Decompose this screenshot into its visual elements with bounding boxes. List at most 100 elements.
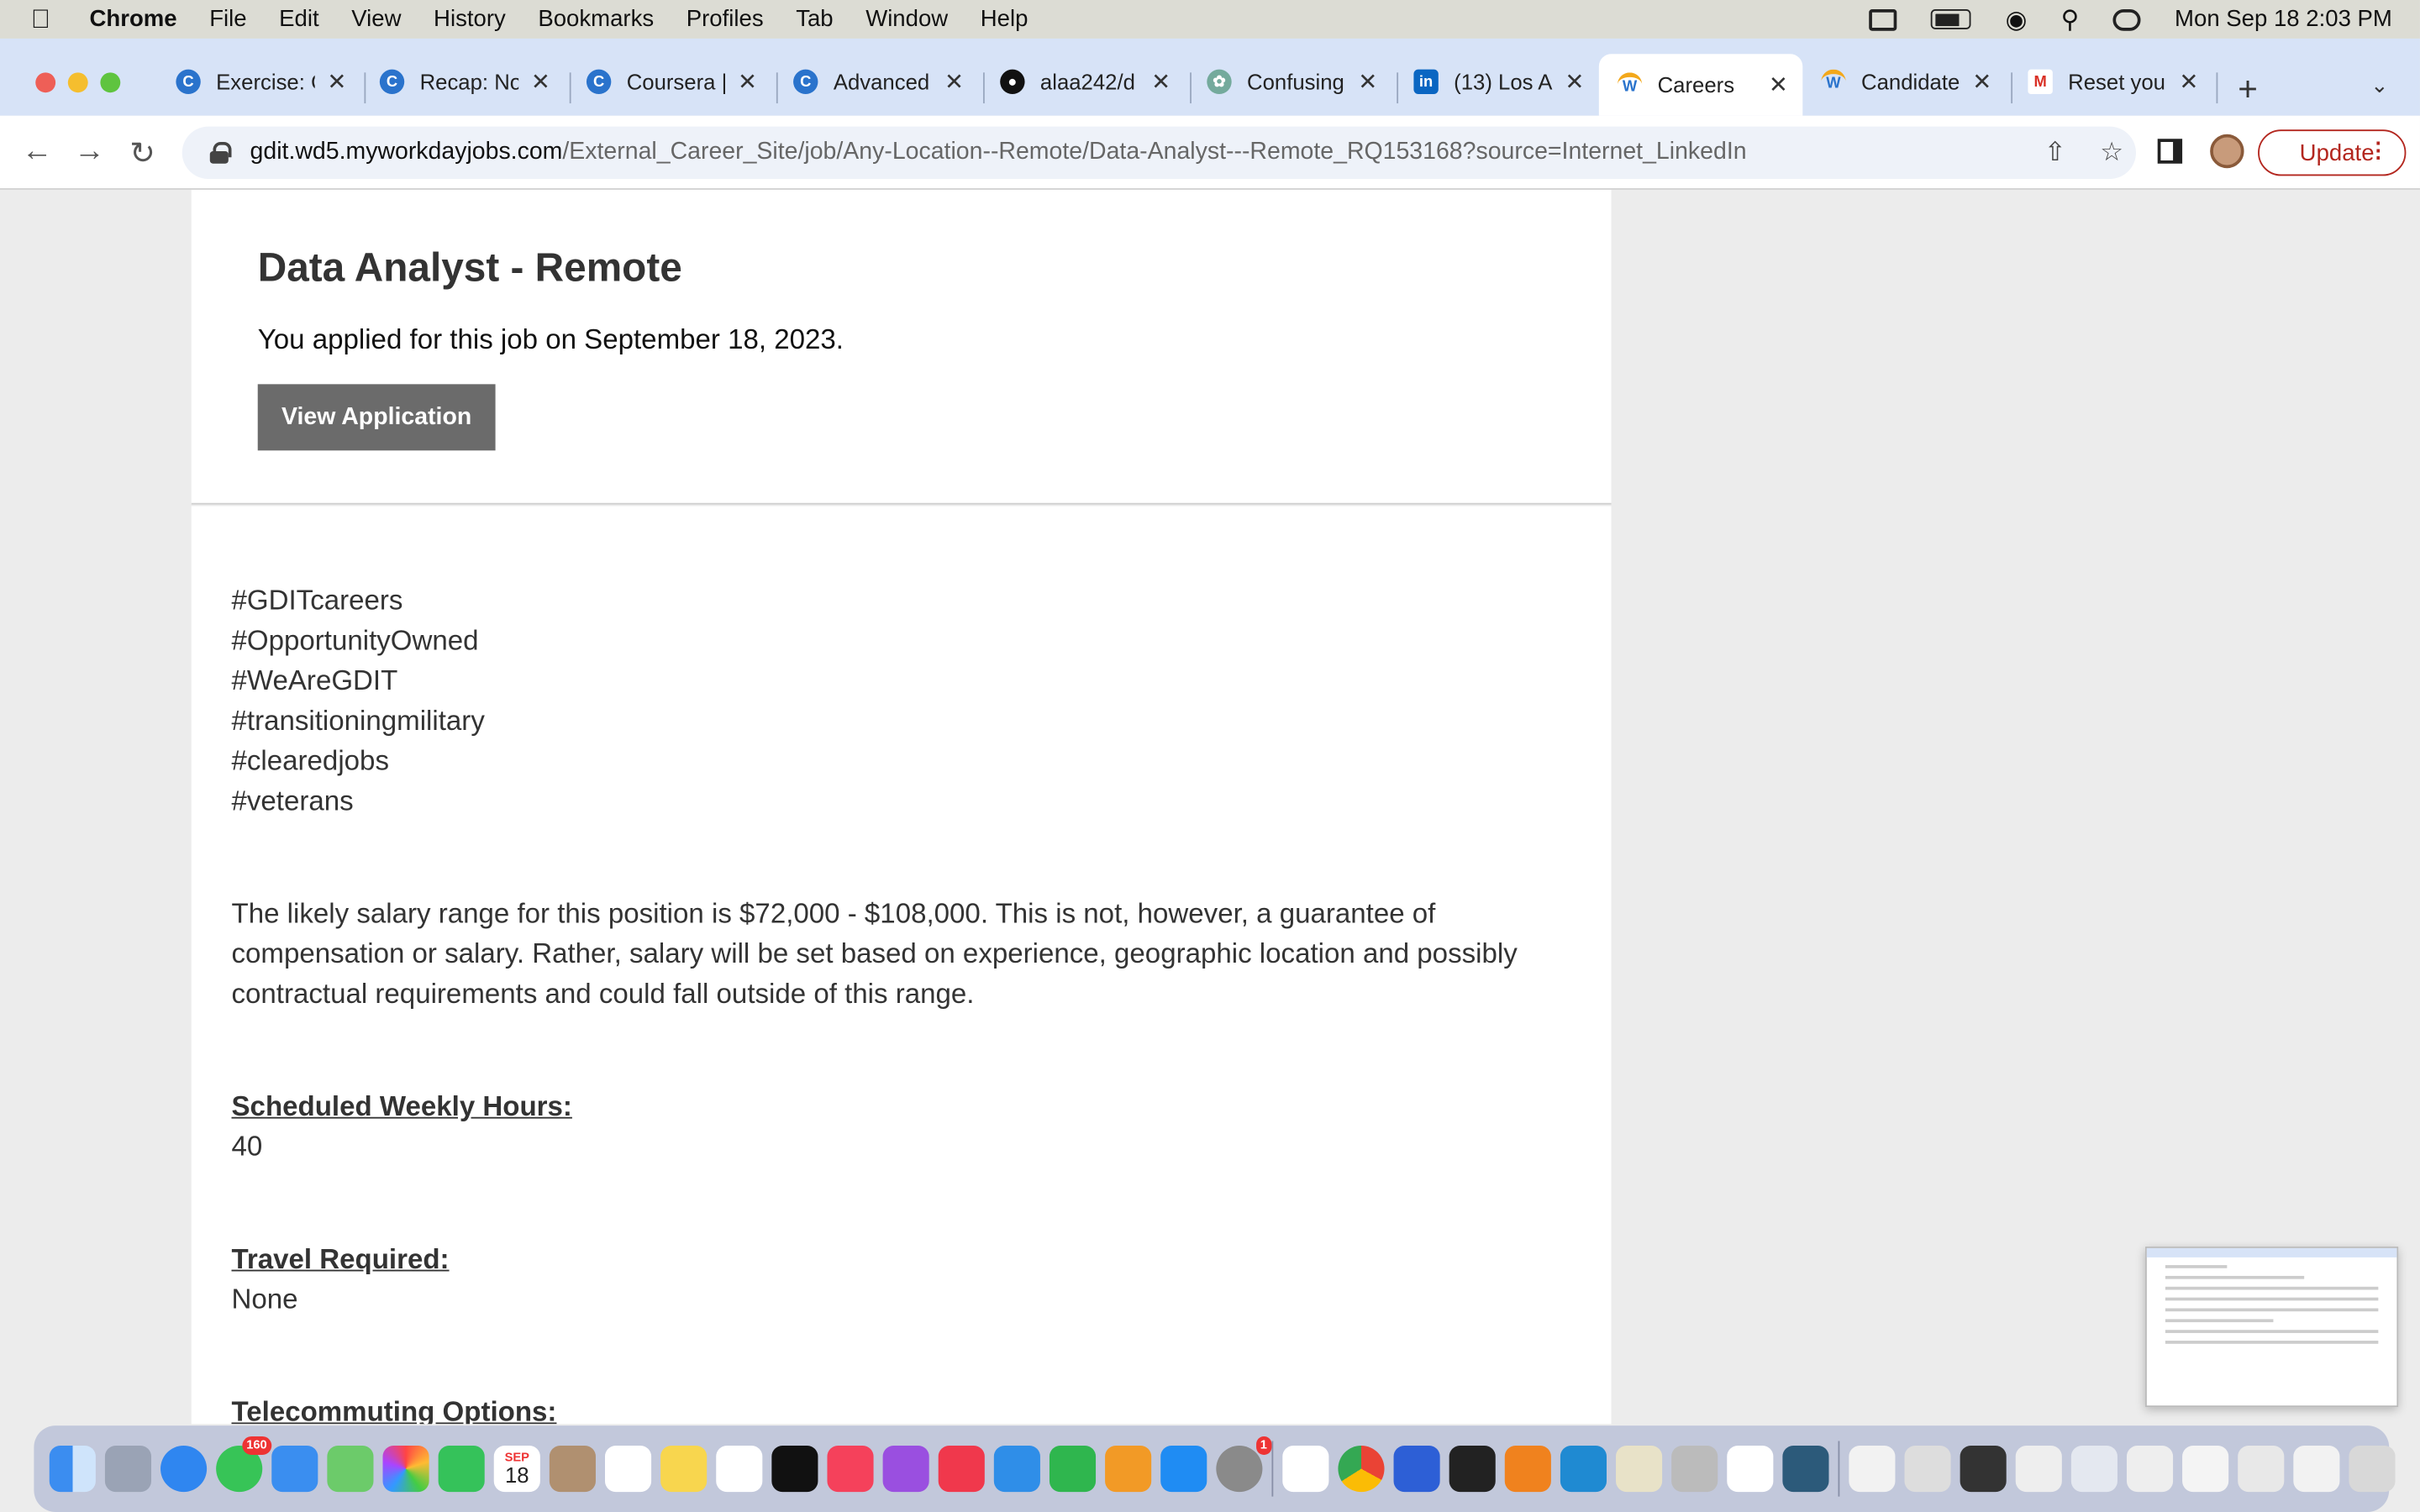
tab-advanced[interactable]: C Advanced ✕ bbox=[775, 54, 981, 109]
safari-icon[interactable] bbox=[160, 1445, 208, 1493]
window-close-button[interactable] bbox=[35, 72, 56, 93]
battery-icon[interactable] bbox=[1931, 9, 1972, 29]
reminders-icon[interactable] bbox=[604, 1445, 652, 1493]
control-center-icon[interactable] bbox=[2112, 8, 2141, 30]
tab-chatgpt[interactable]: ✿ Confusing ✕ bbox=[1188, 54, 1395, 109]
close-tab-icon[interactable]: ✕ bbox=[944, 68, 964, 96]
python-icon[interactable] bbox=[1616, 1445, 1663, 1493]
update-label: Update bbox=[2299, 139, 2375, 166]
launchpad-icon[interactable] bbox=[104, 1445, 151, 1493]
tab-gmail[interactable]: M Reset you ✕ bbox=[2009, 54, 2216, 109]
recent-file-icon[interactable] bbox=[2070, 1445, 2118, 1493]
share-icon[interactable]: ⇧ bbox=[2044, 137, 2066, 168]
tab-linkedin[interactable]: in (13) Los A ✕ bbox=[1395, 54, 1602, 109]
menu-app-name[interactable]: Chrome bbox=[90, 6, 177, 32]
address-bar[interactable]: gdit.wd5.myworkdayjobs.com/External_Care… bbox=[182, 126, 2136, 180]
close-tab-icon[interactable]: ✕ bbox=[327, 68, 346, 96]
wifi-icon[interactable]: ◉ bbox=[2006, 4, 2028, 35]
recent-file-icon[interactable] bbox=[2293, 1445, 2340, 1493]
side-panel-icon[interactable] bbox=[2157, 139, 2183, 164]
recent-file-icon[interactable] bbox=[1960, 1445, 2007, 1493]
menu-bookmarks[interactable]: Bookmarks bbox=[538, 6, 654, 32]
podcasts-icon[interactable] bbox=[882, 1445, 929, 1493]
recent-file-icon[interactable] bbox=[2126, 1445, 2174, 1493]
tableau-icon[interactable] bbox=[1727, 1445, 1774, 1493]
bookmark-star-icon[interactable]: ☆ bbox=[2100, 137, 2123, 168]
window-zoom-button[interactable] bbox=[100, 72, 121, 93]
maps-icon[interactable] bbox=[327, 1445, 374, 1493]
close-tab-icon[interactable]: ✕ bbox=[1358, 68, 1377, 96]
update-button[interactable]: Update ⋮ bbox=[2258, 129, 2407, 176]
messages-icon[interactable]: 160 bbox=[216, 1436, 272, 1493]
screen-app-icon[interactable] bbox=[1393, 1445, 1440, 1493]
trash-icon[interactable] bbox=[2349, 1445, 2396, 1493]
close-tab-icon[interactable]: ✕ bbox=[1565, 68, 1584, 96]
sublime-text-icon[interactable] bbox=[1504, 1445, 1551, 1493]
display-mirror-icon[interactable] bbox=[1869, 8, 1898, 30]
close-tab-icon[interactable]: ✕ bbox=[531, 68, 550, 96]
menu-bar-clock[interactable]: Mon Sep 18 2:03 PM bbox=[2175, 6, 2392, 32]
view-application-button[interactable]: View Application bbox=[257, 384, 496, 451]
close-tab-icon[interactable]: ✕ bbox=[2179, 68, 2198, 96]
tab-candidate[interactable]: W Candidate ✕ bbox=[1802, 54, 2009, 109]
forward-arrow-icon[interactable]: → bbox=[74, 134, 105, 170]
vscode-icon[interactable] bbox=[1560, 1445, 1607, 1493]
menu-tab[interactable]: Tab bbox=[796, 6, 833, 32]
calendar-icon[interactable]: SEP 18 bbox=[493, 1445, 540, 1493]
system-settings-icon[interactable]: 1 bbox=[1216, 1436, 1272, 1493]
lock-icon[interactable] bbox=[209, 141, 232, 164]
url-host: gdit.wd5.myworkdayjobs.com bbox=[250, 139, 563, 165]
profile-avatar[interactable] bbox=[2210, 134, 2244, 169]
menu-edit[interactable]: Edit bbox=[279, 6, 318, 32]
menu-window[interactable]: Window bbox=[865, 6, 948, 32]
menu-profiles[interactable]: Profiles bbox=[687, 6, 764, 32]
menu-view[interactable]: View bbox=[351, 6, 401, 32]
facetime-icon[interactable] bbox=[438, 1445, 485, 1493]
freeform-icon[interactable] bbox=[716, 1445, 763, 1493]
tab-careers-active[interactable]: W Careers ✕ bbox=[1598, 54, 1803, 116]
slack-icon[interactable] bbox=[1282, 1445, 1329, 1493]
close-tab-icon[interactable]: ✕ bbox=[1972, 68, 1991, 96]
tab-recap[interactable]: C Recap: No ✕ bbox=[361, 54, 568, 109]
window-minimize-button[interactable] bbox=[67, 72, 88, 93]
tab-exercise[interactable]: C Exercise: C ✕ bbox=[157, 54, 364, 109]
terminal-icon[interactable] bbox=[1449, 1445, 1496, 1493]
back-arrow-icon[interactable]: ← bbox=[22, 134, 53, 170]
recent-file-icon[interactable] bbox=[1904, 1445, 1951, 1493]
tab-github[interactable]: ● alaa242/d ✕ bbox=[981, 54, 1188, 109]
tab-coursera[interactable]: C Coursera | ✕ bbox=[568, 54, 775, 109]
recent-file-icon[interactable] bbox=[2182, 1445, 2229, 1493]
close-tab-icon[interactable]: ✕ bbox=[1151, 68, 1171, 96]
contacts-icon[interactable] bbox=[549, 1445, 596, 1493]
apple-icon[interactable]:  bbox=[31, 4, 62, 35]
spotlight-search-icon[interactable]: ⚲ bbox=[2061, 4, 2080, 35]
recent-file-icon[interactable] bbox=[2238, 1445, 2285, 1493]
music-icon[interactable] bbox=[827, 1445, 874, 1493]
finder-icon[interactable] bbox=[49, 1445, 96, 1493]
more-menu-icon[interactable]: ⋮ bbox=[2367, 137, 2389, 163]
apple-tv-icon[interactable] bbox=[771, 1445, 818, 1493]
recent-file-icon[interactable] bbox=[2015, 1445, 2062, 1493]
chrome-icon[interactable] bbox=[1338, 1445, 1385, 1493]
menu-file[interactable]: File bbox=[209, 6, 246, 32]
notes-icon[interactable] bbox=[660, 1445, 708, 1493]
mail-icon[interactable] bbox=[271, 1445, 318, 1493]
tab-search-chevron-icon[interactable]: ⌄ bbox=[2370, 72, 2389, 98]
numbers-icon[interactable] bbox=[1049, 1445, 1097, 1493]
reload-icon[interactable]: ↻ bbox=[129, 134, 155, 173]
pages-icon[interactable] bbox=[1105, 1445, 1152, 1493]
close-tab-icon[interactable]: ✕ bbox=[1769, 71, 1788, 98]
mysql-workbench-icon[interactable] bbox=[1782, 1445, 1829, 1493]
close-tab-icon[interactable]: ✕ bbox=[738, 68, 757, 96]
screenshot-preview-thumbnail[interactable] bbox=[2145, 1247, 2399, 1408]
url-text[interactable]: gdit.wd5.myworkdayjobs.com/External_Care… bbox=[250, 139, 1747, 166]
news-icon[interactable] bbox=[938, 1445, 985, 1493]
menu-history[interactable]: History bbox=[434, 6, 506, 32]
rocket-app-icon[interactable] bbox=[1671, 1445, 1718, 1493]
photos-icon[interactable] bbox=[382, 1445, 429, 1493]
document-icon[interactable] bbox=[1849, 1445, 1896, 1493]
app-store-icon[interactable] bbox=[1160, 1445, 1207, 1493]
keynote-icon[interactable] bbox=[993, 1445, 1040, 1493]
new-tab-plus-icon[interactable]: + bbox=[2238, 70, 2258, 110]
menu-help[interactable]: Help bbox=[981, 6, 1028, 32]
